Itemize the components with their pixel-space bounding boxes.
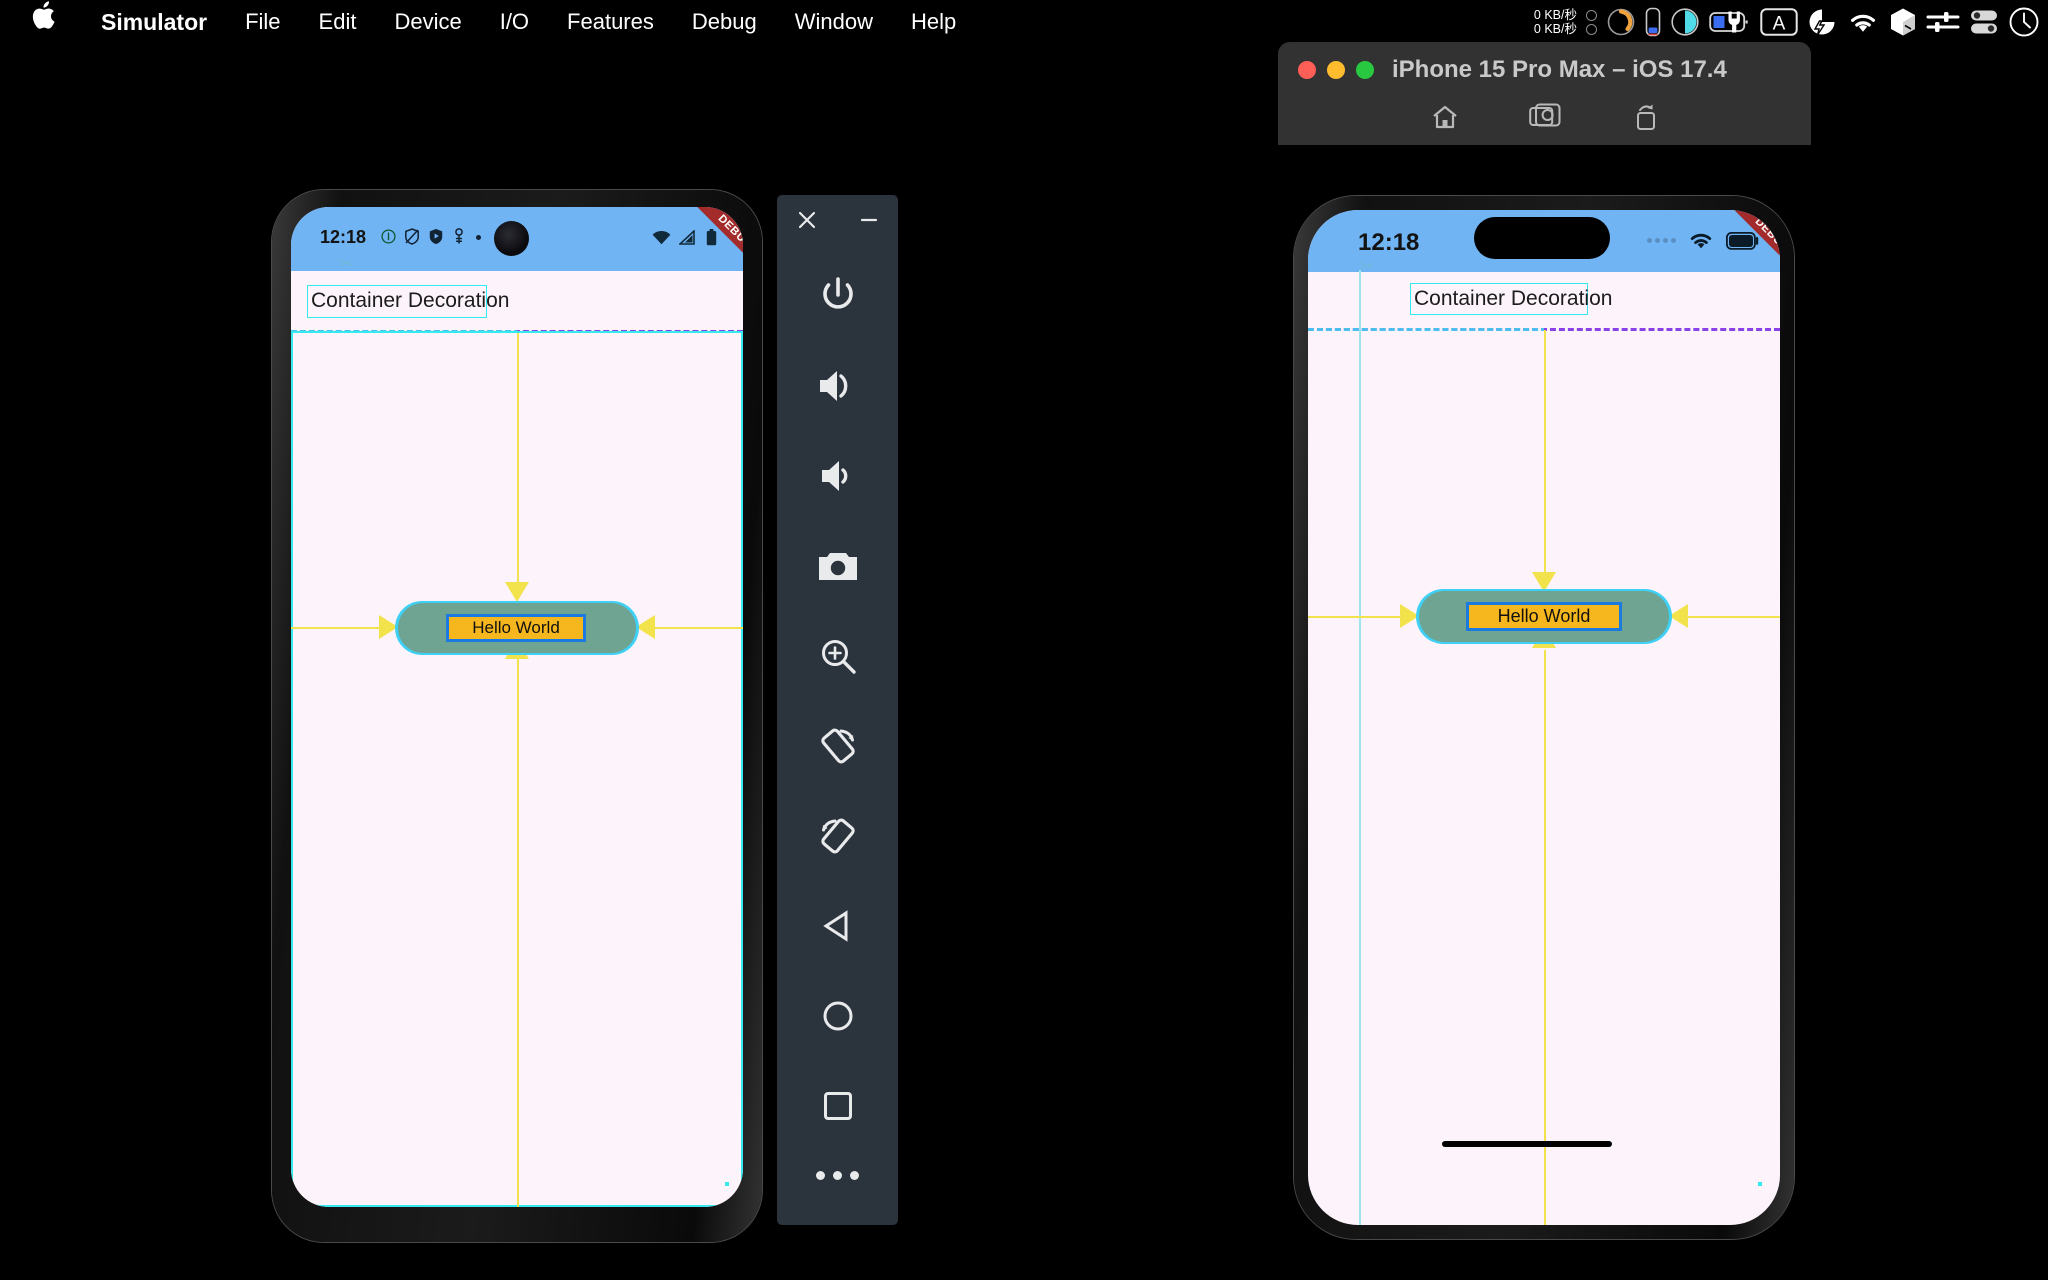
android-vertical-center-guide-top: [517, 333, 519, 598]
screenshot-camera-icon[interactable]: [1528, 100, 1562, 134]
simulator-window-title: iPhone 15 Pro Max – iOS 17.4: [1392, 56, 1727, 83]
ios-app-bar-title: Container Decoration: [1414, 287, 1613, 310]
wifi-icon: [1688, 231, 1714, 256]
sliders-icon[interactable]: [1926, 8, 1960, 36]
home-icon[interactable]: [1428, 100, 1462, 134]
menu-item-debug[interactable]: Debug: [673, 9, 776, 35]
back-triangle-icon[interactable]: [809, 897, 867, 955]
network-dots-icon[interactable]: [1586, 9, 1597, 35]
cpu-gauge-icon[interactable]: [1606, 7, 1636, 37]
android-app-bar-title: Container Decoration: [311, 289, 510, 312]
ios-hello-world-label: Hello World: [1466, 602, 1622, 631]
info-circle-icon: [381, 229, 396, 249]
menu-item-simulator[interactable]: Simulator: [82, 9, 226, 36]
ios-dynamic-island: [1474, 217, 1610, 259]
macos-menubar: Simulator File Edit Device I/O Features …: [0, 0, 2048, 44]
simulator-toolbar: [1278, 98, 1811, 134]
dropbox-icon[interactable]: [1889, 7, 1917, 37]
android-emulator-toolbar: [777, 195, 898, 1225]
menu-item-io[interactable]: I/O: [481, 9, 548, 35]
zoom-in-icon[interactable]: [809, 627, 867, 685]
ios-debug-banner-clip: DEBUG: [1684, 210, 1780, 306]
shield-play-icon: [428, 228, 444, 250]
volume-down-icon[interactable]: [809, 447, 867, 505]
dot-icon: [476, 235, 481, 240]
more-dots-icon[interactable]: [816, 1171, 859, 1180]
network-upload-speed: 0 KB/秒: [1533, 8, 1577, 22]
android-vertical-center-guide-bottom: [517, 659, 519, 1207]
menu-item-edit[interactable]: Edit: [300, 9, 376, 35]
rotate-share-icon[interactable]: [1628, 100, 1662, 134]
key-icon: [453, 228, 465, 250]
network-speed-indicator[interactable]: 0 KB/秒 0 KB/秒: [1534, 8, 1577, 36]
battery-icon: [1725, 231, 1760, 255]
close-icon[interactable]: [796, 209, 818, 231]
input-source-a-icon[interactable]: A: [1760, 8, 1798, 36]
ios-vertical-center-guide-bottom: [1544, 650, 1546, 1225]
quick-action-icon[interactable]: [1807, 7, 1837, 37]
simulator-window-chrome: iPhone 15 Pro Max – iOS 17.4: [1278, 42, 1811, 145]
menu-item-features[interactable]: Features: [548, 9, 673, 35]
ios-left-safearea-guide: [1359, 270, 1361, 1225]
ios-status-bar: 12:18 DEBUG: [1308, 210, 1780, 291]
ios-status-time: 12:18: [1358, 229, 1420, 256]
power-icon[interactable]: [809, 267, 867, 325]
control-center-icon[interactable]: [1969, 8, 1999, 36]
android-status-time: 12:18: [320, 227, 367, 247]
apple-logo-icon[interactable]: [30, 1, 56, 37]
shield-off-icon: [404, 228, 420, 250]
maximize-window-button[interactable]: [1356, 61, 1374, 79]
rotate-right-icon[interactable]: [809, 807, 867, 865]
cellular-signal-icon: [677, 229, 695, 250]
android-debug-corner-dot: [725, 1182, 729, 1186]
close-window-button[interactable]: [1298, 61, 1316, 79]
battery-icon: [706, 229, 717, 251]
android-hello-world-label: Hello World: [446, 614, 586, 642]
android-emulator-device: 12:18 DEBUG Container Decoration ✂ Hello…: [272, 190, 762, 1242]
battery-charging-icon[interactable]: [1709, 9, 1751, 35]
simulator-titlebar[interactable]: iPhone 15 Pro Max – iOS 17.4: [1278, 42, 1811, 98]
menu-item-help[interactable]: Help: [892, 9, 975, 35]
ios-debug-corner-dot: [1758, 1182, 1762, 1186]
disk-pie-icon[interactable]: [1670, 7, 1700, 37]
minimize-icon[interactable]: [858, 209, 880, 231]
android-device-screen[interactable]: 12:18 DEBUG Container Decoration ✂ Hello…: [291, 207, 743, 1207]
clock-icon[interactable]: [2008, 6, 2040, 38]
memory-bar-icon[interactable]: [1645, 7, 1661, 37]
recents-square-icon[interactable]: [809, 1077, 867, 1135]
cellular-dots-icon: [1647, 238, 1676, 243]
ios-simulator-device: 12:18 DEBUG ✂ Container Decoration Hello…: [1294, 196, 1794, 1239]
ios-device-screen[interactable]: 12:18 DEBUG ✂ Container Decoration Hello…: [1308, 210, 1780, 1225]
android-front-camera: [494, 221, 529, 256]
minimize-window-button[interactable]: [1327, 61, 1345, 79]
svg-text:A: A: [1773, 14, 1786, 35]
ios-clip-scissors-icon: ✂: [1360, 257, 1375, 276]
menu-item-window[interactable]: Window: [776, 9, 892, 35]
home-circle-icon[interactable]: [809, 987, 867, 1045]
menubar-status-area: 0 KB/秒 0 KB/秒 A: [1534, 0, 2040, 44]
wifi-icon[interactable]: [1846, 9, 1880, 35]
android-status-bar: 12:18 DEBUG: [291, 207, 743, 288]
ios-vertical-center-guide-top: [1544, 330, 1546, 580]
emulator-window-buttons: [796, 209, 880, 231]
volume-up-icon[interactable]: [809, 357, 867, 415]
network-download-speed: 0 KB/秒: [1533, 22, 1577, 36]
screenshot-camera-icon[interactable]: [809, 537, 867, 595]
menu-item-device[interactable]: Device: [375, 9, 480, 35]
rotate-left-icon[interactable]: [809, 717, 867, 775]
wifi-icon: [652, 230, 671, 250]
android-debug-banner-clip: DEBUG: [647, 207, 743, 303]
ios-home-indicator[interactable]: [1442, 1141, 1612, 1147]
menu-item-file[interactable]: File: [226, 9, 299, 35]
window-traffic-lights: [1298, 61, 1374, 79]
android-clip-scissors-icon: ✂: [339, 254, 354, 273]
android-arrow-down-icon: [505, 582, 529, 602]
